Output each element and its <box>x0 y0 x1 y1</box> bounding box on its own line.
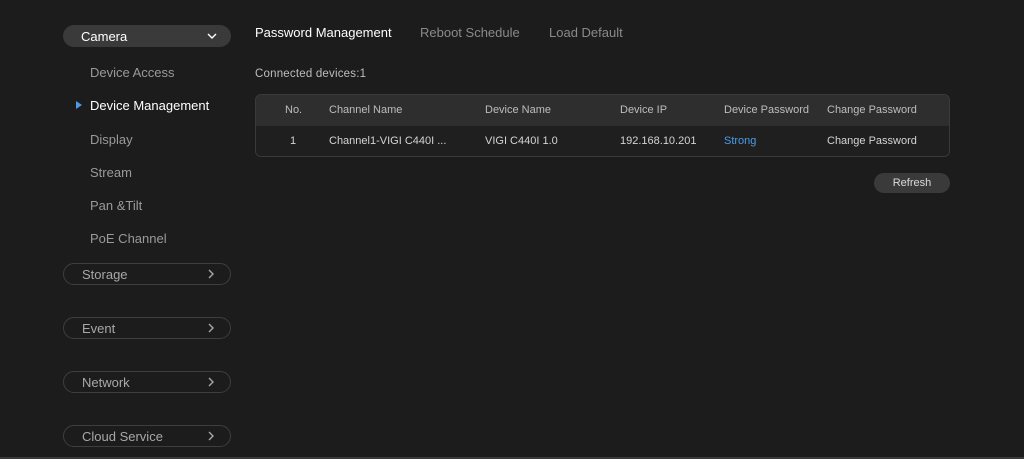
device-table: No. Channel Name Device Name Device IP D… <box>255 94 950 157</box>
refresh-button[interactable]: Refresh <box>874 173 950 193</box>
sidebar: Camera Device Access Device Management D… <box>0 0 240 459</box>
sidebar-category-network[interactable]: Network <box>63 371 231 393</box>
column-header-device-password: Device Password <box>724 104 809 116</box>
column-header-device-ip: Device IP <box>620 104 668 116</box>
sidebar-item-device-management[interactable]: Device Management <box>90 96 209 116</box>
chevron-right-icon <box>204 429 218 443</box>
cell-channel-name: Channel1-VIGI C440I ... <box>329 135 447 147</box>
change-password-link[interactable]: Change Password <box>827 126 917 156</box>
sidebar-category-event[interactable]: Event <box>63 317 231 339</box>
sidebar-category-label: Network <box>82 374 130 390</box>
sidebar-category-label: Camera <box>81 28 128 44</box>
column-header-change-password: Change Password <box>827 104 917 116</box>
chevron-right-icon <box>204 375 218 389</box>
tab-load-default[interactable]: Load Default <box>549 25 623 40</box>
sidebar-item-pan-tilt[interactable]: Pan &Tilt <box>90 196 142 216</box>
chevron-right-icon <box>204 321 218 335</box>
table-row: 1 Channel1-VIGI C440I ... VIGI C440I 1.0… <box>256 126 949 156</box>
tab-password-management[interactable]: Password Management <box>255 25 392 40</box>
connected-devices-count: Connected devices:1 <box>255 68 367 80</box>
table-header: No. Channel Name Device Name Device IP D… <box>256 95 949 126</box>
column-header-device-name: Device Name <box>485 104 552 116</box>
cell-device-ip: 192.168.10.201 <box>620 135 697 147</box>
column-header-no: No. <box>285 104 303 116</box>
sidebar-category-storage[interactable]: Storage <box>63 263 231 285</box>
chevron-down-icon <box>205 29 219 43</box>
sidebar-category-cloud-service[interactable]: Cloud Service <box>63 425 231 447</box>
sidebar-category-label: Storage <box>82 266 128 282</box>
tab-reboot-schedule[interactable]: Reboot Schedule <box>420 25 520 40</box>
cell-device-name: VIGI C440I 1.0 <box>485 135 558 147</box>
column-header-channel-name: Channel Name <box>329 104 403 116</box>
caret-right-icon <box>76 101 82 109</box>
password-strength-badge: Strong <box>724 135 757 147</box>
sidebar-category-label: Event <box>82 320 116 336</box>
chevron-right-icon <box>204 267 218 281</box>
sidebar-item-display[interactable]: Display <box>90 130 133 150</box>
sidebar-item-stream[interactable]: Stream <box>90 163 132 183</box>
sidebar-category-camera[interactable]: Camera <box>63 25 231 47</box>
sidebar-item-poe-channel[interactable]: PoE Channel <box>90 229 167 249</box>
sidebar-item-device-access[interactable]: Device Access <box>90 63 175 83</box>
cell-no: 1 <box>290 135 297 147</box>
sidebar-category-label: Cloud Service <box>82 428 163 444</box>
